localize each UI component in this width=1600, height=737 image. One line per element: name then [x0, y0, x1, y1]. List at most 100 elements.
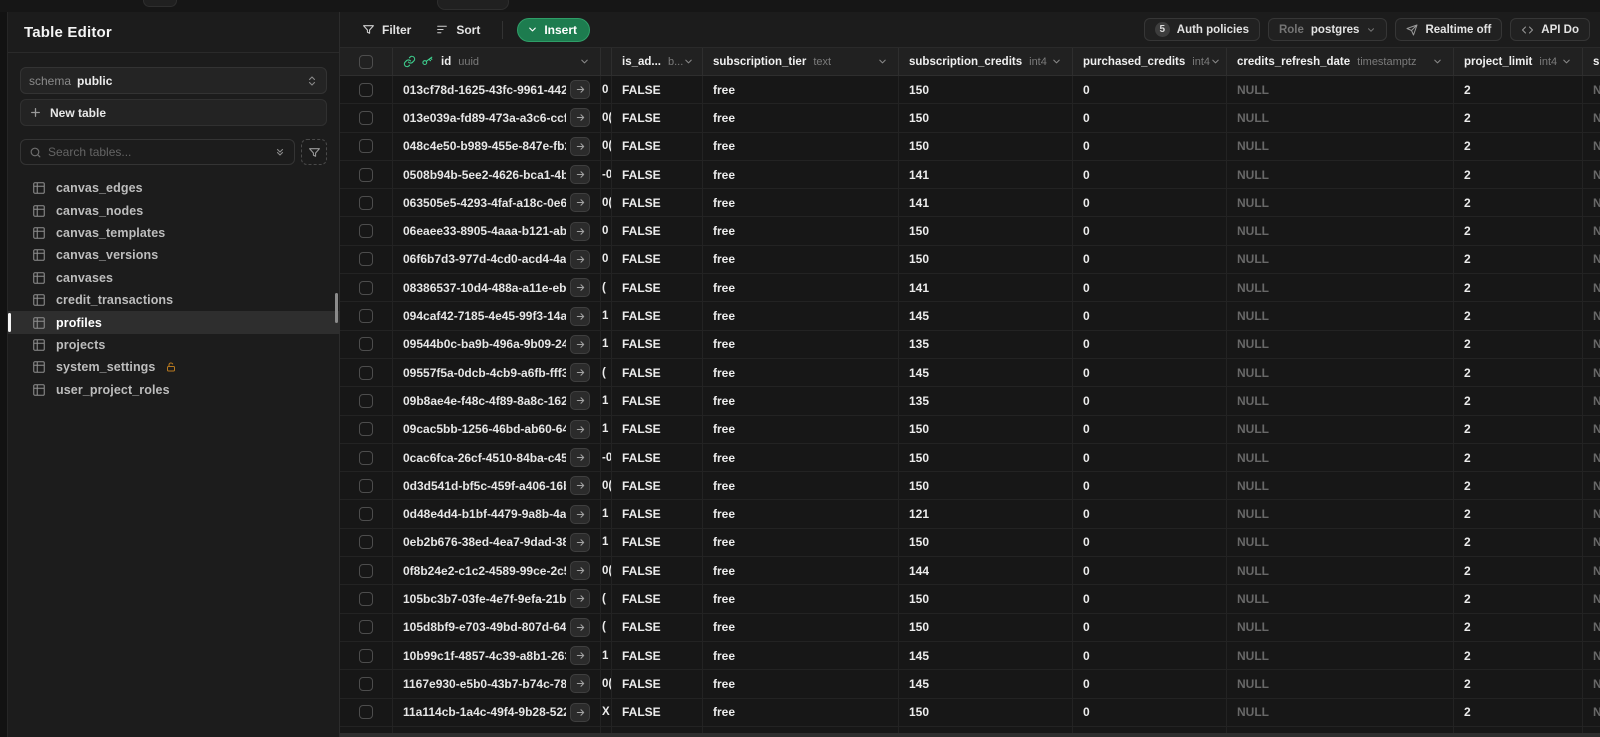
cell-subscription-tier[interactable]: free — [703, 613, 899, 641]
cell-is-admin[interactable]: FALSE — [612, 358, 703, 387]
column-header-subscription-tier[interactable]: subscription_tier text — [703, 48, 899, 75]
cell-purchased-credits[interactable]: 0 — [1073, 585, 1227, 613]
cell-purchased-credits[interactable]: 0 — [1073, 528, 1227, 557]
cell-id[interactable]: 0cac6fca-26cf-4510-84ba-c4580... — [393, 443, 601, 472]
cell-credits-refresh-date[interactable]: NULL — [1227, 245, 1454, 274]
cell-project-limit[interactable]: 2 — [1454, 160, 1583, 189]
cell-subscription-credits[interactable]: 141 — [899, 274, 1073, 302]
row-checkbox[interactable] — [359, 478, 373, 493]
cell-subscription-credits[interactable]: 135 — [899, 330, 1073, 358]
cell-id[interactable]: 11a114cb-1a4c-49f4-9b28-52219ec... — [393, 698, 601, 726]
cell-project-limit[interactable]: 2 — [1454, 500, 1583, 528]
cell-project-limit[interactable]: 2 — [1454, 472, 1583, 500]
chevron-down-icon[interactable] — [1561, 56, 1572, 67]
expand-row-button[interactable] — [570, 136, 590, 156]
cell-truncated-last[interactable]: NU — [1583, 274, 1600, 301]
expand-row-button[interactable] — [570, 193, 590, 213]
expand-row-button[interactable] — [570, 532, 590, 552]
sidebar-item-canvas_templates[interactable]: canvas_templates — [20, 222, 327, 244]
cell-is-admin[interactable]: FALSE — [612, 472, 703, 500]
cell-purchased-credits[interactable]: 0 — [1073, 104, 1227, 132]
cell-is-admin[interactable]: FALSE — [612, 670, 703, 698]
cell-subscription-credits[interactable]: 150 — [899, 76, 1073, 104]
cell-purchased-credits[interactable]: 0 — [1073, 274, 1227, 302]
role-select-button[interactable]: Role postgres — [1267, 18, 1388, 41]
new-table-button[interactable]: New table — [20, 99, 327, 126]
chevron-down-icon[interactable] — [1432, 56, 1443, 67]
cell-id[interactable]: 06eaee33-8905-4aaa-b121-ab552... — [393, 217, 601, 245]
cell-subscription-credits[interactable]: 150 — [899, 415, 1073, 443]
cell-truncated-last[interactable]: NU — [1583, 161, 1600, 188]
cell-project-limit[interactable]: 2 — [1454, 443, 1583, 472]
cell-subscription-credits[interactable]: 144 — [899, 557, 1073, 585]
cell-is-admin[interactable]: FALSE — [612, 641, 703, 670]
cell-subscription-tier[interactable]: free — [703, 358, 899, 387]
cell-id[interactable]: 06f6b7d3-977d-4cd0-acd4-4a78... — [393, 245, 601, 274]
row-checkbox[interactable] — [359, 676, 373, 691]
cell-purchased-credits[interactable]: 0 — [1073, 330, 1227, 358]
cell-project-limit[interactable]: 2 — [1454, 245, 1583, 274]
realtime-toggle-button[interactable]: Realtime off — [1395, 18, 1503, 41]
row-checkbox[interactable] — [359, 563, 373, 578]
schema-select[interactable]: schema public — [20, 67, 327, 94]
cell-truncated-last[interactable]: NU — [1583, 331, 1600, 358]
sidebar-item-profiles[interactable]: profiles — [8, 311, 340, 334]
cell-project-limit[interactable]: 2 — [1454, 104, 1583, 132]
sidebar-scrollbar-thumb[interactable] — [335, 293, 338, 323]
cell-credits-refresh-date[interactable]: NULL — [1227, 585, 1454, 613]
cell-is-admin[interactable]: FALSE — [612, 189, 703, 217]
column-header-purchased-credits[interactable]: purchased_credits int4 — [1073, 48, 1227, 75]
cell-project-limit[interactable]: 2 — [1454, 274, 1583, 302]
cell-credits-refresh-date[interactable]: NULL — [1227, 217, 1454, 245]
cell-truncated-last[interactable]: NU — [1583, 246, 1600, 273]
row-checkbox[interactable] — [359, 337, 373, 352]
row-checkbox[interactable] — [359, 252, 373, 267]
cell-project-limit[interactable]: 2 — [1454, 670, 1583, 698]
expand-row-button[interactable] — [570, 80, 590, 100]
cell-is-admin[interactable]: FALSE — [612, 217, 703, 245]
cell-is-admin[interactable]: FALSE — [612, 500, 703, 528]
cell-purchased-credits[interactable]: 0 — [1073, 500, 1227, 528]
cell-is-admin[interactable]: FALSE — [612, 302, 703, 330]
cell-subscription-credits[interactable]: 141 — [899, 189, 1073, 217]
cell-id[interactable]: 013cf78d-1625-43fc-9961-442189... — [393, 76, 601, 104]
expand-row-button[interactable] — [570, 617, 590, 637]
cell-credits-refresh-date[interactable]: NULL — [1227, 698, 1454, 726]
cell-subscription-tier[interactable]: free — [703, 189, 899, 217]
row-checkbox[interactable] — [359, 648, 373, 663]
row-checkbox[interactable] — [359, 82, 373, 97]
cell-truncated-last[interactable]: NU — [1583, 104, 1600, 131]
cell-subscription-credits[interactable]: 145 — [899, 358, 1073, 387]
cell-id[interactable]: 0f8b24e2-c1c2-4589-99ce-2c52d... — [393, 557, 601, 585]
sidebar-item-canvas_edges[interactable]: canvas_edges — [20, 177, 327, 199]
cell-purchased-credits[interactable]: 0 — [1073, 613, 1227, 641]
cell-credits-refresh-date[interactable]: NULL — [1227, 104, 1454, 132]
cell-subscription-tier[interactable]: free — [703, 387, 899, 415]
cell-credits-refresh-date[interactable]: NULL — [1227, 500, 1454, 528]
cell-project-limit[interactable]: 2 — [1454, 189, 1583, 217]
cell-id[interactable]: 08386537-10d4-488a-a11e-eb5a6... — [393, 274, 601, 302]
sidebar-item-canvas_nodes[interactable]: canvas_nodes — [20, 199, 327, 221]
sort-button[interactable]: Sort — [427, 19, 488, 41]
cell-purchased-credits[interactable]: 0 — [1073, 189, 1227, 217]
expand-row-button[interactable] — [570, 334, 590, 354]
cell-subscription-credits[interactable]: 150 — [899, 698, 1073, 726]
cell-purchased-credits[interactable]: 0 — [1073, 132, 1227, 160]
chevron-down-icon[interactable] — [683, 56, 694, 67]
cell-is-admin[interactable]: FALSE — [612, 443, 703, 472]
search-tables-input[interactable]: Search tables... — [20, 139, 295, 165]
cell-subscription-credits[interactable]: 150 — [899, 443, 1073, 472]
chevron-down-icon[interactable] — [1051, 56, 1062, 67]
cell-subscription-tier[interactable]: free — [703, 217, 899, 245]
chevron-down-icon[interactable] — [877, 56, 888, 67]
sidebar-item-system_settings[interactable]: system_settings — [20, 356, 327, 378]
cell-purchased-credits[interactable]: 0 — [1073, 76, 1227, 104]
cell-project-limit[interactable]: 2 — [1454, 302, 1583, 330]
cell-credits-refresh-date[interactable]: NULL — [1227, 443, 1454, 472]
cell-truncated-last[interactable]: NU — [1583, 500, 1600, 527]
cell-id[interactable]: 013e039a-fd89-473a-a3c6-ccfa9... — [393, 104, 601, 132]
cell-subscription-credits[interactable]: 150 — [899, 132, 1073, 160]
cell-is-admin[interactable]: FALSE — [612, 698, 703, 726]
cell-credits-refresh-date[interactable]: NULL — [1227, 472, 1454, 500]
cell-credits-refresh-date[interactable]: NULL — [1227, 415, 1454, 443]
